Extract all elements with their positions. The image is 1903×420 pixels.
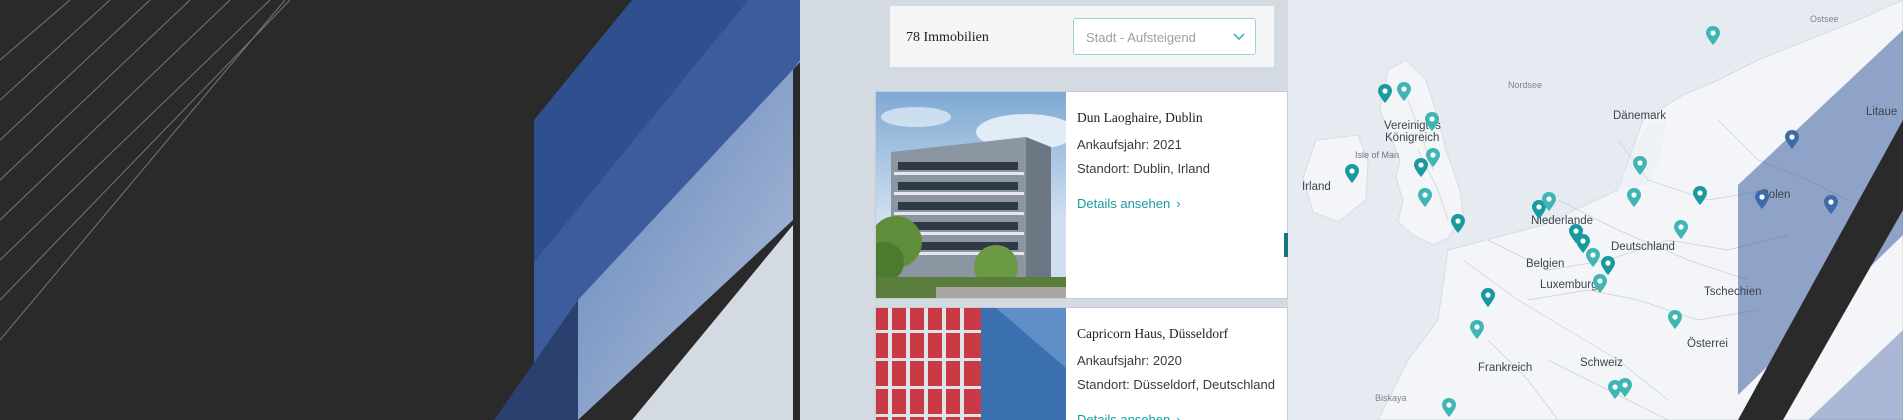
chevron-right-icon: ›: [1176, 412, 1181, 420]
map-label-belgien: Belgien: [1526, 258, 1565, 270]
map-pin-icon[interactable]: [1627, 188, 1641, 207]
map-pin-icon[interactable]: [1755, 190, 1769, 209]
map-label-ostsee: Ostsee: [1810, 14, 1839, 24]
map-label-daenemark: Dänemark: [1613, 110, 1667, 122]
map-label-isle-of-man: Isle of Man: [1355, 150, 1400, 160]
map-pin-icon[interactable]: [1586, 248, 1600, 267]
map-pin-icon[interactable]: [1470, 320, 1484, 339]
map-label-oesterreich: Österrei: [1687, 338, 1728, 350]
purchase-year: Ankaufsjahr: 2021: [1077, 137, 1182, 152]
map-pin-icon[interactable]: [1693, 186, 1707, 205]
map-label-luxemburg: Luxemburg: [1540, 279, 1598, 291]
map-pin-icon[interactable]: [1668, 310, 1682, 329]
map-label-litauen: Litaue: [1866, 106, 1898, 118]
map-label-schweiz: Schweiz: [1580, 357, 1623, 369]
map-pin-icon[interactable]: [1674, 220, 1688, 239]
property-title: Dun Laoghaire, Dublin: [1077, 110, 1203, 125]
map-pin-icon[interactable]: [1706, 26, 1720, 45]
map-pin-icon[interactable]: [1418, 188, 1432, 207]
sort-dropdown[interactable]: Stadt - Aufsteigend: [1073, 18, 1256, 55]
map-pin-icon[interactable]: [1414, 158, 1428, 177]
sort-dropdown-value: Stadt - Aufsteigend: [1086, 30, 1196, 45]
map-pin-icon[interactable]: [1425, 112, 1439, 131]
map-pin-icon[interactable]: [1451, 214, 1465, 233]
map-pin-icon[interactable]: [1633, 156, 1647, 175]
map-label-irland: Irland: [1302, 181, 1331, 193]
map-pin-icon[interactable]: [1397, 82, 1411, 101]
map-label-biskaya: Biskaya: [1375, 393, 1407, 403]
property-location: Standort: Düsseldorf, Deutschland: [1077, 377, 1275, 392]
property-map[interactable]: Ostsee Nordsee Vereinigtes Königreich Is…: [1288, 0, 1903, 420]
property-title: Capricorn Haus, Düsseldorf: [1077, 326, 1229, 341]
map-label-deutschland: Deutschland: [1611, 241, 1675, 253]
map-pin-icon[interactable]: [1378, 84, 1392, 103]
sort-bar: 78 Immobilien Stadt - Aufsteigend: [890, 6, 1274, 67]
purchase-year: Ankaufsjahr: 2020: [1077, 353, 1182, 368]
map-pin-icon[interactable]: [1824, 195, 1838, 214]
property-count: 78 Immobilien: [906, 30, 989, 45]
chevron-down-icon: [1233, 33, 1245, 41]
map-pin-icon[interactable]: [1345, 164, 1359, 183]
details-link-label: Details ansehen: [1077, 412, 1171, 420]
details-link[interactable]: Details ansehen ›: [1077, 196, 1181, 211]
details-link-label: Details ansehen: [1077, 196, 1171, 211]
map-label-frankreich: Frankreich: [1478, 362, 1533, 374]
map-pin-icon[interactable]: [1618, 378, 1632, 397]
map-label-tschechien: Tschechien: [1704, 286, 1762, 298]
details-link[interactable]: Details ansehen ›: [1077, 412, 1181, 420]
property-card[interactable]: Capricorn Haus, Düsseldorf Ankaufsjahr: …: [875, 307, 1288, 420]
property-location: Standort: Dublin, Irland: [1077, 161, 1210, 176]
map-pin-icon[interactable]: [1785, 130, 1799, 149]
property-image: [876, 308, 1066, 420]
map-label-nordsee: Nordsee: [1508, 80, 1543, 90]
map-pin-icon[interactable]: [1593, 274, 1607, 293]
map-pin-icon[interactable]: [1442, 398, 1456, 417]
property-card[interactable]: Dun Laoghaire, Dublin Ankaufsjahr: 2021 …: [875, 91, 1288, 299]
map-pin-icon[interactable]: [1481, 288, 1495, 307]
map-pin-icon[interactable]: [1426, 148, 1440, 167]
map-pin-icon[interactable]: [1601, 256, 1615, 275]
map-label-koenigreich: Königreich: [1385, 132, 1440, 144]
property-image: [876, 92, 1066, 298]
map-pin-icon[interactable]: [1542, 192, 1556, 211]
chevron-right-icon: ›: [1176, 196, 1181, 211]
